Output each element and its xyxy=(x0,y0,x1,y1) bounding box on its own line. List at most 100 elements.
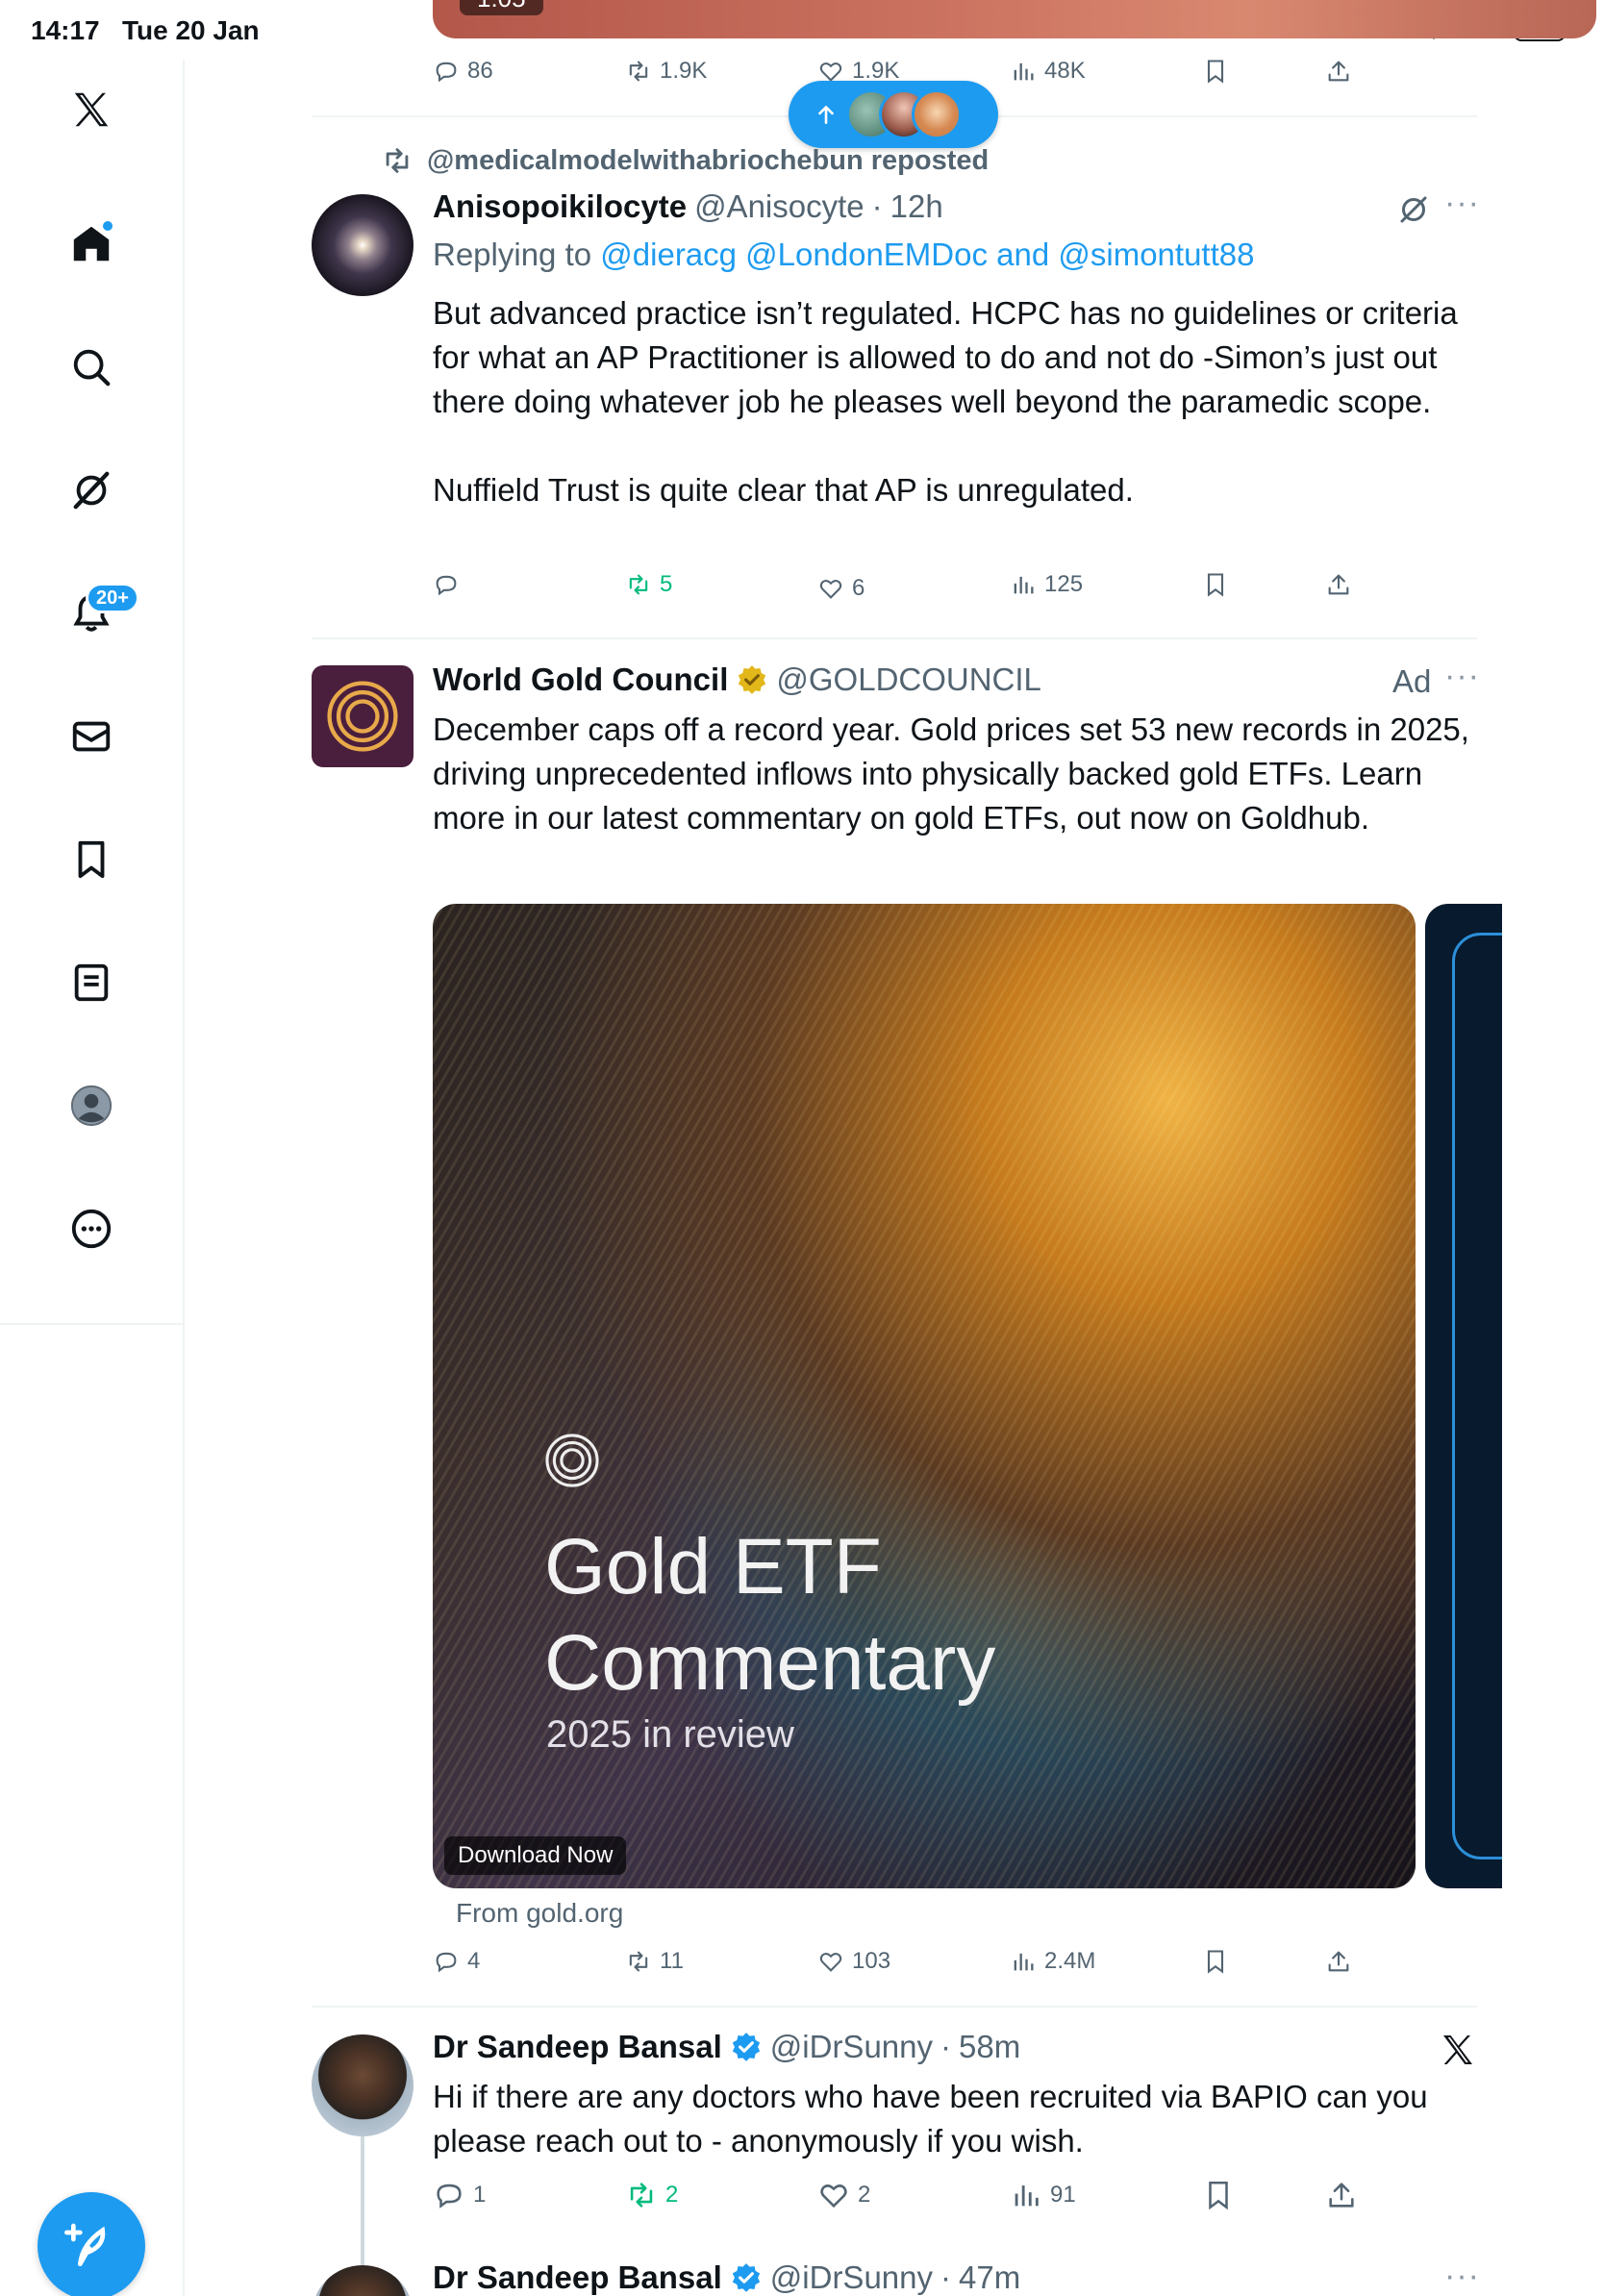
profile-icon[interactable] xyxy=(64,1079,118,1133)
separator-dot: · xyxy=(940,2029,952,2064)
reply-button[interactable]: 86 xyxy=(433,58,493,85)
view-count: 48K xyxy=(1044,58,1086,84)
share-icon xyxy=(1328,574,1349,595)
avatar[interactable] xyxy=(312,665,414,767)
author-name[interactable]: World Gold Council xyxy=(433,661,728,698)
author-name[interactable]: Dr Sandeep Bansal xyxy=(433,2029,722,2065)
notifications-icon[interactable]: 20+ xyxy=(64,583,139,640)
views-button[interactable]: 91 xyxy=(1010,2179,1076,2211)
tweet-time[interactable]: 58m xyxy=(959,2029,1020,2065)
like-button[interactable]: 103 xyxy=(817,1948,890,1975)
reply-button[interactable]: 1 xyxy=(433,2179,486,2211)
repost-count: 5 xyxy=(660,571,673,597)
views-button[interactable]: 48K xyxy=(1010,58,1086,85)
author-handle[interactable]: @GOLDCOUNCIL xyxy=(776,661,1041,698)
compose-post-button[interactable] xyxy=(38,2192,145,2296)
more-options-icon[interactable]: ··· xyxy=(1444,658,1480,695)
reply-count: 86 xyxy=(467,58,493,84)
avatar[interactable] xyxy=(312,2265,414,2296)
more-options-icon[interactable]: ··· xyxy=(1444,185,1480,222)
repost-icon xyxy=(629,61,648,82)
more-icon[interactable] xyxy=(64,1202,118,1256)
tweet-actions: 5 6 125 xyxy=(433,571,1356,610)
ad-card-subtitle: 2025 in review xyxy=(546,1713,794,1756)
messages-icon[interactable] xyxy=(64,710,118,763)
bookmark-button[interactable] xyxy=(1202,58,1229,85)
bookmark-icon xyxy=(1207,60,1224,84)
x-logo-icon[interactable] xyxy=(64,83,118,137)
ad-media-card[interactable]: Gold ETF Commentary 2025 in review Downl… xyxy=(433,904,1416,1888)
grok-icon[interactable] xyxy=(1396,192,1431,227)
sidebar-divider xyxy=(0,1323,185,1325)
share-button[interactable] xyxy=(1325,1948,1352,1975)
separator-dot: · xyxy=(940,2259,952,2295)
separator-dot: · xyxy=(871,188,883,224)
more-options-icon[interactable]: ··· xyxy=(1444,2258,1480,2295)
repost-button[interactable]: 2 xyxy=(625,2179,678,2211)
bookmark-button[interactable] xyxy=(1202,1948,1229,1975)
views-button[interactable]: 2.4M xyxy=(1010,1948,1095,1975)
grok-icon[interactable] xyxy=(64,463,118,517)
tweet-header: Dr Sandeep Bansal @iDrSunny · 47m xyxy=(433,2259,1020,2296)
x-logo-icon[interactable] xyxy=(1439,2031,1477,2069)
like-button[interactable]: 2 xyxy=(817,2179,870,2211)
reply-button[interactable] xyxy=(433,571,467,598)
author-handle[interactable]: @iDrSunny xyxy=(770,2029,933,2065)
tweet-time[interactable]: 47m xyxy=(959,2259,1020,2296)
views-icon xyxy=(1014,1953,1034,1971)
ad-label: Ad xyxy=(1392,663,1432,699)
bookmarks-icon[interactable] xyxy=(64,833,118,886)
author-handle[interactable]: @iDrSunny xyxy=(770,2259,933,2296)
home-icon[interactable] xyxy=(64,217,118,271)
tweet-time[interactable]: 12h xyxy=(890,188,943,225)
reply-button[interactable]: 4 xyxy=(433,1948,480,1975)
avatar[interactable] xyxy=(312,2034,414,2136)
notifications-badge: 20+ xyxy=(86,583,139,613)
bookmark-button[interactable] xyxy=(1202,2179,1235,2211)
views-icon xyxy=(1015,2185,1039,2207)
verified-badge-icon xyxy=(732,2263,760,2292)
search-icon[interactable] xyxy=(64,340,118,394)
bookmark-button[interactable] xyxy=(1202,571,1229,598)
arrow-up-icon xyxy=(818,106,834,124)
reply-count: 4 xyxy=(467,1948,481,1974)
bookmark-icon xyxy=(1209,2181,1228,2210)
status-date: Tue 20 Jan xyxy=(121,15,260,45)
heart-icon xyxy=(819,580,842,599)
author-name[interactable]: Anisopoikilocyte xyxy=(433,188,687,225)
previous-tweet-media[interactable]: 1:05 xyxy=(433,0,1596,38)
share-button[interactable] xyxy=(1325,58,1352,85)
repost-button[interactable]: 5 xyxy=(625,571,672,598)
like-button[interactable]: 6 xyxy=(817,575,865,602)
share-button[interactable] xyxy=(1325,571,1352,598)
reply-icon xyxy=(436,1952,457,1973)
share-button[interactable] xyxy=(1325,2179,1358,2211)
gold-verified-badge-icon xyxy=(739,665,766,694)
ad-media-card-next[interactable] xyxy=(1425,904,1502,1888)
ad-card-title-line: Commentary xyxy=(544,1619,996,1707)
tweet-divider xyxy=(312,2006,1477,2008)
author-handle[interactable]: @Anisocyte xyxy=(694,188,865,225)
new-posts-pill[interactable] xyxy=(789,81,998,148)
reposted-by-text[interactable]: @medicalmodelwithabriochebun reposted xyxy=(427,145,989,177)
replying-to-handles[interactable]: @dieracg @LondonEMDoc and @simontutt88 xyxy=(600,237,1254,272)
tweet-text: But advanced practice isn’t regulated. H… xyxy=(433,291,1481,512)
views-button[interactable]: 125 xyxy=(1010,571,1083,598)
replying-prefix: Replying to xyxy=(433,237,592,272)
download-now-button[interactable]: Download Now xyxy=(444,1836,627,1875)
lists-icon[interactable] xyxy=(64,956,118,1010)
replying-to: Replying to @dieracg @LondonEMDoc and @s… xyxy=(433,237,1254,273)
verified-badge-icon xyxy=(732,2033,760,2061)
repost-button[interactable]: 11 xyxy=(625,1948,684,1975)
repost-button[interactable]: 1.9K xyxy=(625,58,707,85)
tweet-text-paragraph: But advanced practice isn’t regulated. H… xyxy=(433,295,1458,419)
tweet-header: Dr Sandeep Bansal @iDrSunny · 58m xyxy=(433,2029,1020,2065)
tweet-header: Anisopoikilocyte @Anisocyte · 12h xyxy=(433,188,943,225)
avatar[interactable] xyxy=(312,194,414,296)
author-name[interactable]: Dr Sandeep Bansal xyxy=(433,2259,722,2296)
world-gold-council-logo-icon xyxy=(545,1434,599,1487)
video-duration: 1:05 xyxy=(460,0,543,15)
ad-source-link[interactable]: From gold.org xyxy=(456,1898,623,1929)
repost-icon xyxy=(386,148,409,173)
bookmark-icon xyxy=(1207,1950,1224,1974)
